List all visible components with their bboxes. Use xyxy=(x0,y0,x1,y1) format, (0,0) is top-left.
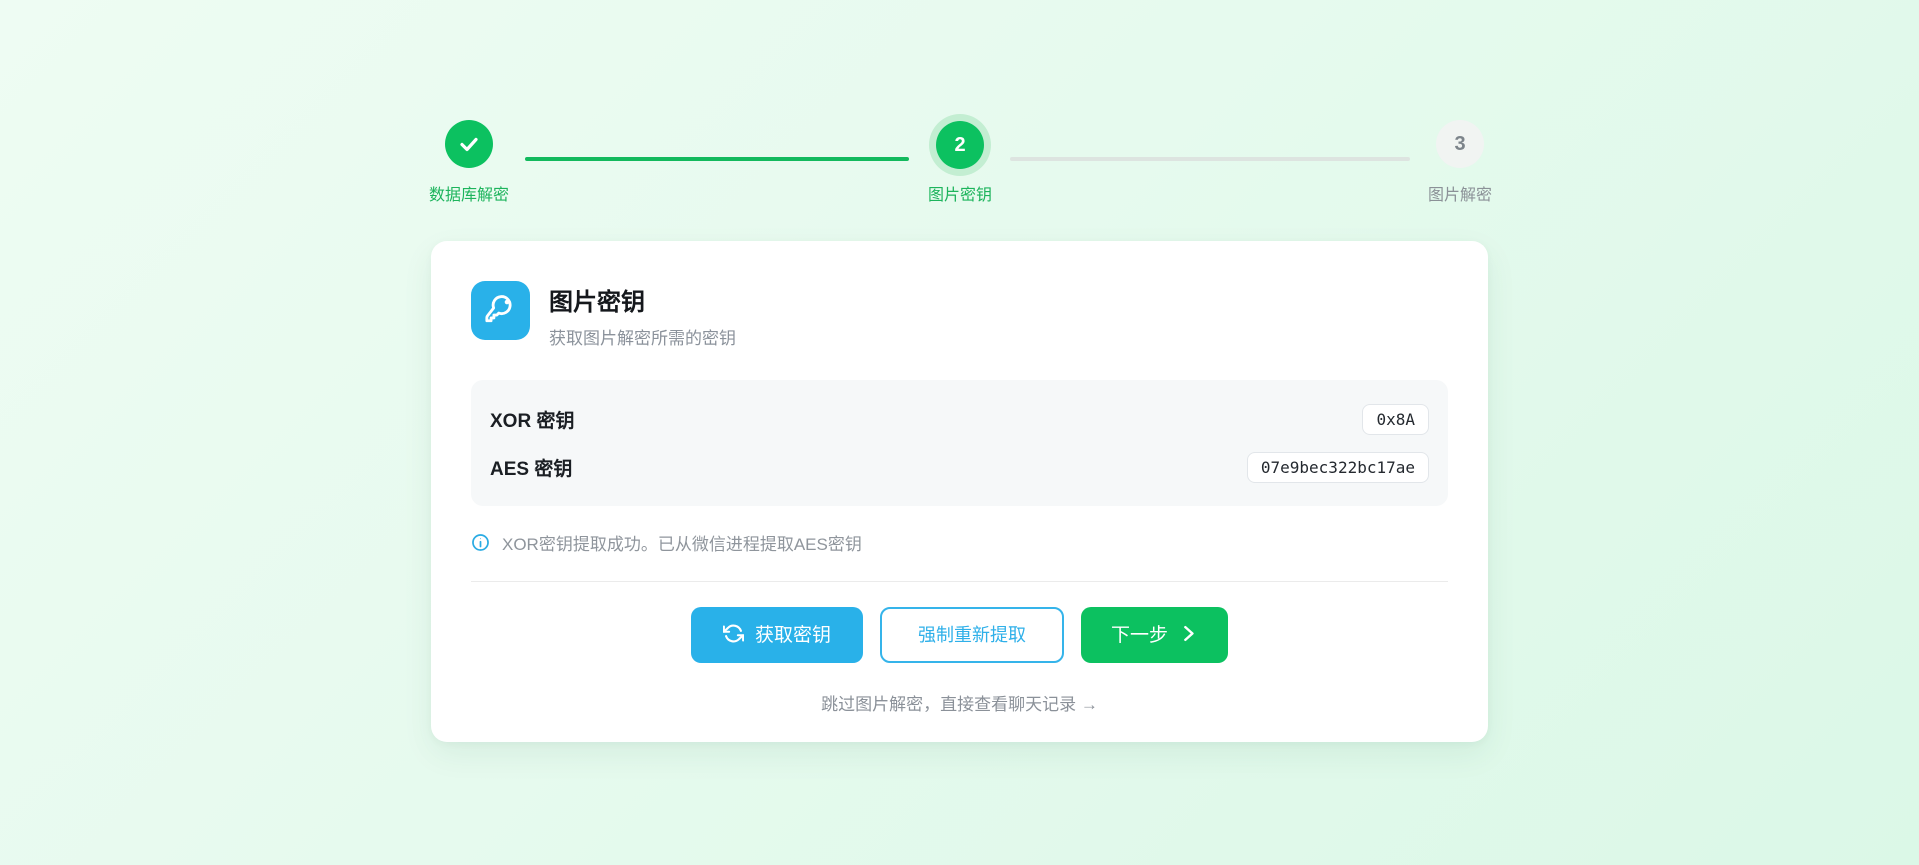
force-reextract-button[interactable]: 强制重新提取 xyxy=(880,607,1064,663)
next-step-button[interactable]: 下一步 xyxy=(1081,607,1228,663)
key-badge xyxy=(471,281,530,340)
skip-image-decrypt-link[interactable]: 跳过图片解密，直接查看聊天记录 → xyxy=(471,690,1448,715)
actions-row: 获取密钥 强制重新提取 下一步 xyxy=(471,607,1448,663)
step-2-circle: 2 xyxy=(936,121,984,169)
xor-key-label: XOR 密钥 xyxy=(490,406,574,433)
stepper-connector-done xyxy=(525,157,909,161)
card-title: 图片密钥 xyxy=(549,282,736,317)
key-icon xyxy=(484,291,518,330)
chevron-right-icon xyxy=(1179,624,1198,647)
status-message: XOR密钥提取成功。已从微信进程提取AES密钥 xyxy=(502,530,862,555)
aes-key-label: AES 密钥 xyxy=(490,454,572,481)
card-subtitle: 获取图片解密所需的密钥 xyxy=(549,324,736,349)
stepper: 2 3 数据库解密 图片密钥 图片解密 xyxy=(0,0,1919,220)
stepper-connector-pending xyxy=(1010,157,1410,161)
key-values-panel: XOR 密钥 0x8A AES 密钥 07e9bec322bc17ae xyxy=(471,380,1448,506)
card-header-text: 图片密钥 获取图片解密所需的密钥 xyxy=(549,281,736,349)
step-3-number: 3 xyxy=(1454,133,1465,156)
step-3-label: 图片解密 xyxy=(1428,181,1492,205)
fetch-keys-label: 获取密钥 xyxy=(755,626,831,645)
next-step-label: 下一步 xyxy=(1111,626,1168,645)
card-header: 图片密钥 获取图片解密所需的密钥 xyxy=(471,281,1448,349)
image-key-card: 图片密钥 获取图片解密所需的密钥 XOR 密钥 0x8A AES 密钥 07e9… xyxy=(431,241,1488,742)
step-1-circle xyxy=(445,120,493,168)
aes-key-value: 07e9bec322bc17ae xyxy=(1247,452,1429,483)
step-2-label: 图片密钥 xyxy=(928,181,992,205)
step-1-label: 数据库解密 xyxy=(429,181,509,205)
refresh-icon xyxy=(723,623,744,648)
info-icon xyxy=(471,533,490,552)
status-row: XOR密钥提取成功。已从微信进程提取AES密钥 xyxy=(471,530,1448,555)
aes-key-row: AES 密钥 07e9bec322bc17ae xyxy=(490,443,1429,491)
divider xyxy=(471,581,1448,582)
fetch-keys-button[interactable]: 获取密钥 xyxy=(691,607,863,663)
step-2-number: 2 xyxy=(954,134,965,157)
force-reextract-label: 强制重新提取 xyxy=(918,626,1026,644)
xor-key-value: 0x8A xyxy=(1362,404,1429,435)
xor-key-row: XOR 密钥 0x8A xyxy=(490,395,1429,443)
check-icon xyxy=(457,132,481,156)
step-3-circle: 3 xyxy=(1436,120,1484,168)
